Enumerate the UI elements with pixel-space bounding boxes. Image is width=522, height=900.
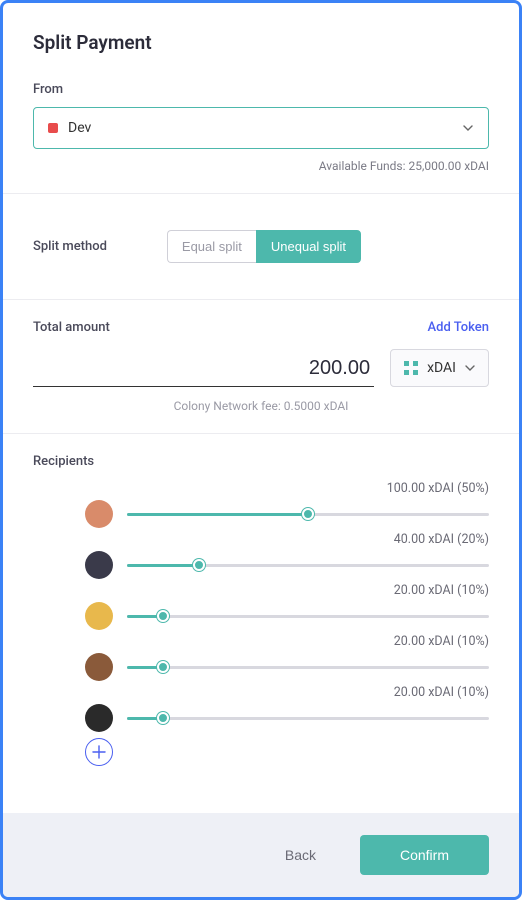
avatar[interactable] (85, 653, 113, 681)
allocation-slider[interactable] (127, 657, 489, 677)
amount-input[interactable] (33, 351, 374, 387)
token-symbol: xDAI (427, 360, 456, 376)
divider (3, 299, 519, 300)
slider-thumb[interactable] (157, 661, 169, 673)
slider-thumb[interactable] (302, 508, 314, 520)
recipient-row: 20.00 xDAI (10%) (33, 685, 489, 732)
from-selected-value: Dev (68, 120, 91, 136)
split-payment-modal: Split Payment From Dev Available Funds: … (0, 0, 522, 900)
add-recipient-button[interactable] (85, 738, 113, 766)
equal-split-button[interactable]: Equal split (167, 230, 256, 263)
recipient-row: 20.00 xDAI (10%) (33, 583, 489, 630)
confirm-button[interactable]: Confirm (360, 835, 489, 875)
amount-row: xDAI (33, 349, 489, 387)
xdai-icon (403, 360, 419, 376)
modal-footer: Back Confirm (3, 813, 519, 897)
recipient-slider-row (85, 704, 489, 732)
recipient-allocation: 20.00 xDAI (10%) (85, 685, 489, 700)
recipient-allocation: 20.00 xDAI (10%) (85, 583, 489, 598)
from-select[interactable]: Dev (33, 107, 489, 149)
slider-thumb[interactable] (157, 610, 169, 622)
from-label: From (33, 82, 489, 97)
recipient-row: 100.00 xDAI (50%) (33, 481, 489, 528)
recipient-allocation: 20.00 xDAI (10%) (85, 634, 489, 649)
team-color-dot (48, 123, 58, 133)
recipients-list: 100.00 xDAI (50%) 40.00 xDAI (20%) 20.00… (33, 481, 489, 732)
add-token-button[interactable]: Add Token (428, 320, 489, 335)
recipient-row: 20.00 xDAI (10%) (33, 634, 489, 681)
recipient-slider-row (85, 602, 489, 630)
split-method-label: Split method (33, 239, 107, 254)
allocation-slider[interactable] (127, 555, 489, 575)
slider-thumb[interactable] (157, 712, 169, 724)
chevron-down-icon (462, 122, 474, 134)
allocation-slider[interactable] (127, 606, 489, 626)
network-fee: Colony Network fee: 0.5000 xDAI (33, 399, 489, 413)
chevron-down-icon (464, 362, 476, 374)
avatar[interactable] (85, 551, 113, 579)
avatar[interactable] (85, 500, 113, 528)
available-funds: Available Funds: 25,000.00 xDAI (33, 159, 489, 173)
split-method-section: Split method Equal split Unequal split (33, 214, 489, 279)
recipients-label: Recipients (33, 454, 489, 469)
modal-content: Split Payment From Dev Available Funds: … (3, 3, 519, 813)
back-button[interactable]: Back (257, 835, 344, 875)
recipient-allocation: 100.00 xDAI (50%) (85, 481, 489, 496)
split-method-toggle: Equal split Unequal split (167, 230, 361, 263)
recipient-slider-row (85, 500, 489, 528)
avatar[interactable] (85, 704, 113, 732)
divider (3, 193, 519, 194)
allocation-slider[interactable] (127, 504, 489, 524)
token-select[interactable]: xDAI (390, 349, 489, 387)
total-amount-label: Total amount (33, 320, 110, 335)
unequal-split-button[interactable]: Unequal split (256, 230, 361, 263)
recipient-slider-row (85, 653, 489, 681)
divider (3, 433, 519, 434)
avatar[interactable] (85, 602, 113, 630)
recipient-row: 40.00 xDAI (20%) (33, 532, 489, 579)
recipient-slider-row (85, 551, 489, 579)
slider-thumb[interactable] (193, 559, 205, 571)
allocation-slider[interactable] (127, 708, 489, 728)
recipient-allocation: 40.00 xDAI (20%) (85, 532, 489, 547)
total-amount-header: Total amount Add Token (33, 320, 489, 335)
page-title: Split Payment (33, 31, 489, 54)
